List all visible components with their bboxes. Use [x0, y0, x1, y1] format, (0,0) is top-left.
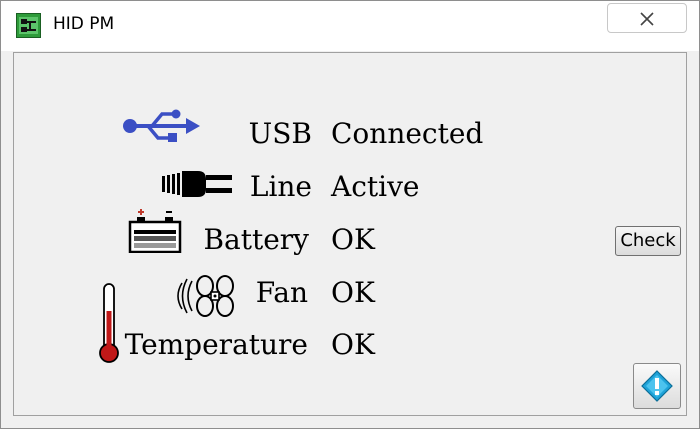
fan-label: Fan — [255, 276, 308, 309]
close-icon — [640, 12, 654, 26]
usb-value: Connected — [331, 117, 484, 150]
window-title: HID PM — [53, 14, 115, 34]
app-window: HID PM USB Connected Line Active Battery… — [0, 0, 700, 429]
close-button[interactable] — [607, 3, 687, 33]
battery-label: Battery — [203, 223, 309, 256]
info-button[interactable] — [633, 363, 681, 409]
fan-value: OK — [331, 276, 375, 309]
line-value: Active — [331, 170, 420, 203]
line-label: Line — [249, 170, 312, 203]
check-button[interactable]: Check — [615, 226, 681, 256]
temperature-label: Temperature — [124, 328, 308, 361]
status-panel: USB Connected Line Active Battery OK Fan… — [13, 52, 687, 416]
title-bar[interactable]: HID PM — [1, 1, 699, 51]
temperature-value: OK — [331, 328, 375, 361]
info-diamond-icon — [641, 370, 673, 402]
battery-value: OK — [331, 223, 375, 256]
hid-pm-app-icon — [16, 13, 41, 38]
usb-label: USB — [248, 117, 312, 150]
